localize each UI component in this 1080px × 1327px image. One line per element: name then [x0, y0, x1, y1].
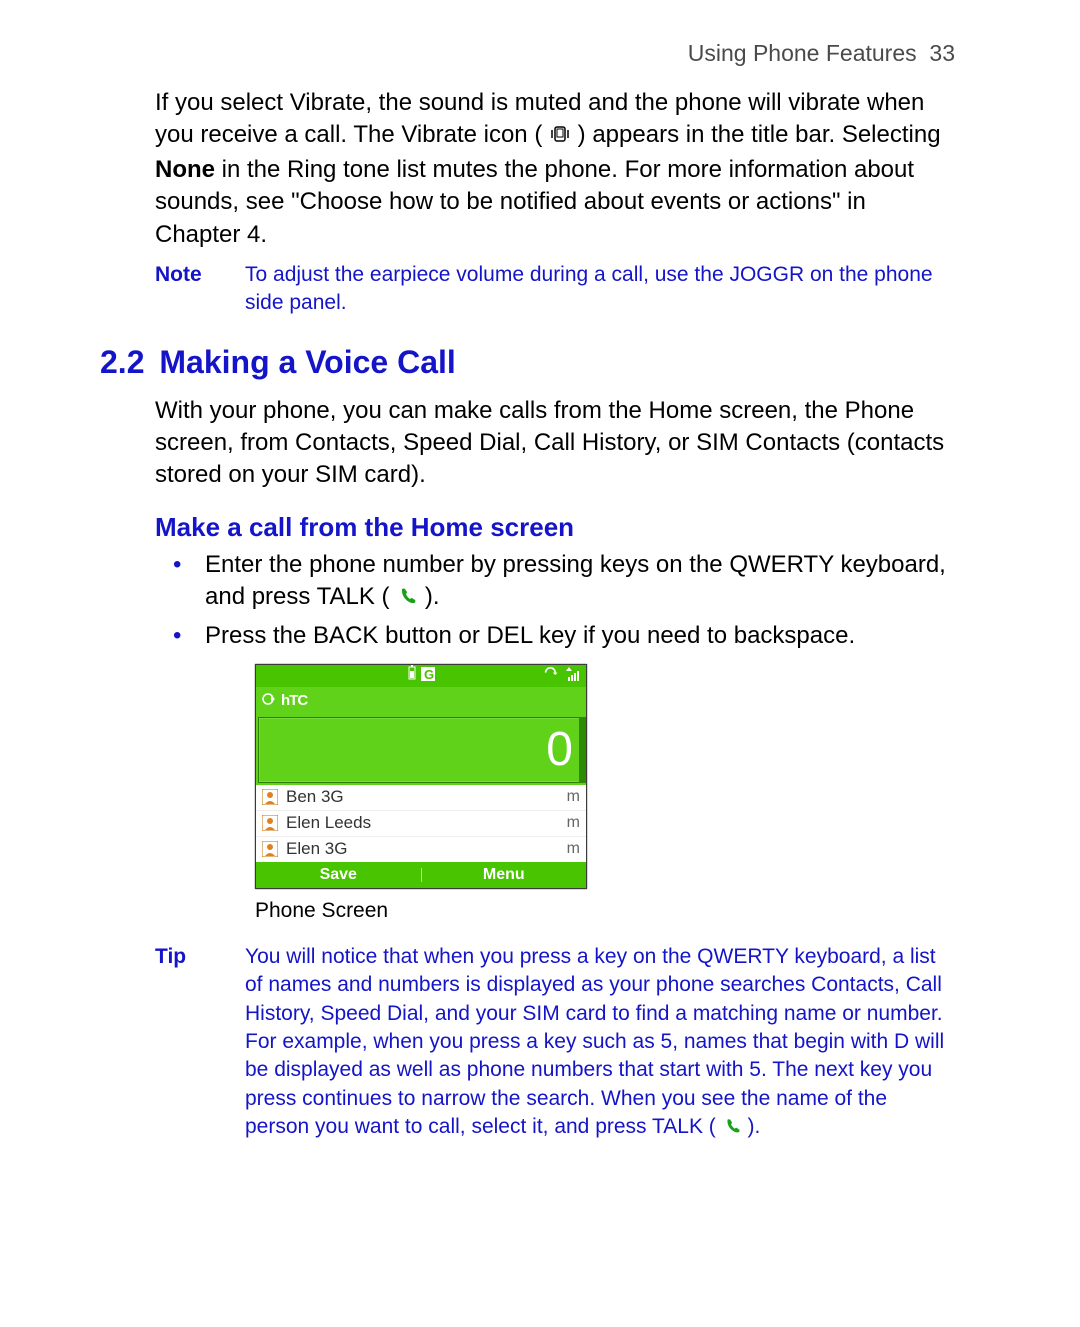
contact-name: Elen 3G — [286, 839, 567, 859]
bullet-list: Enter the phone number by pressing keys … — [155, 547, 955, 654]
contact-name: Elen Leeds — [286, 813, 567, 833]
header-section: Using Phone Features — [688, 40, 917, 66]
vibrate-icon — [549, 121, 571, 153]
text: ). — [747, 1115, 760, 1138]
contact-key: m — [567, 840, 580, 858]
contact-list: Ben 3G m Elen Leeds m Elen 3G m — [256, 785, 586, 862]
tip-block: Tip You will notice that when you press … — [155, 943, 955, 1143]
contact-key: m — [567, 788, 580, 806]
talk-icon — [722, 1115, 742, 1143]
scrollbar[interactable] — [579, 717, 586, 783]
text: Enter the phone number by pressing keys … — [205, 551, 946, 610]
section-intro: With your phone, you can make calls from… — [155, 395, 955, 492]
tip-label: Tip — [155, 943, 245, 1143]
contact-row[interactable]: Elen Leeds m — [256, 811, 586, 837]
phone-brand: hTC — [281, 692, 307, 709]
text: ) appears in the title bar. Selecting — [578, 121, 941, 148]
note-label: Note — [155, 261, 245, 318]
g-network-icon: G — [421, 666, 435, 686]
softkey-left[interactable]: Save — [256, 866, 421, 884]
note-block: Note To adjust the earpiece volume durin… — [155, 261, 955, 318]
note-body: To adjust the earpiece volume during a c… — [245, 261, 955, 318]
section-number: 2.2 — [100, 344, 144, 380]
phone-title-bar: hTC — [256, 687, 586, 715]
contact-icon — [262, 789, 278, 805]
header-page-number: 33 — [929, 40, 955, 66]
phone-frame: G — [255, 664, 587, 889]
text: ). — [425, 583, 440, 610]
text-bold: None — [155, 156, 215, 183]
svg-text:G: G — [424, 667, 434, 681]
text: You will notice that when you press a ke… — [245, 945, 944, 1138]
contact-icon — [262, 815, 278, 831]
contact-row[interactable]: Elen 3G m — [256, 837, 586, 862]
softkey-right[interactable]: Menu — [422, 866, 587, 884]
list-item: Enter the phone number by pressing keys … — [155, 547, 955, 618]
status-bar: G — [256, 665, 586, 687]
talk-icon — [396, 583, 418, 615]
dial-input[interactable]: 0 — [258, 717, 584, 783]
intro-paragraph: If you select Vibrate, the sound is mute… — [155, 87, 955, 251]
contact-row[interactable]: Ben 3G m — [256, 785, 586, 811]
contact-key: m — [567, 814, 580, 832]
page-header: Using Phone Features 33 — [100, 40, 955, 67]
dial-area: 0 — [256, 715, 586, 785]
battery-icon — [407, 665, 417, 686]
phone-screenshot: G — [255, 664, 955, 889]
document-page: Using Phone Features 33 If you select Vi… — [0, 0, 1080, 1223]
softkey-bar: Save Menu — [256, 862, 586, 888]
brand-logo-icon — [262, 692, 278, 710]
section-title: Making a Voice Call — [159, 344, 455, 380]
section-heading: 2.2 Making a Voice Call — [100, 344, 955, 381]
list-item: Press the BACK button or DEL key if you … — [155, 618, 955, 654]
tip-body: You will notice that when you press a ke… — [245, 943, 955, 1143]
contact-icon — [262, 841, 278, 857]
subheading: Make a call from the Home screen — [155, 512, 955, 543]
contact-name: Ben 3G — [286, 787, 567, 807]
text: in the Ring tone list mutes the phone. F… — [155, 156, 914, 248]
figure-caption: Phone Screen — [255, 899, 955, 923]
dial-digit: 0 — [546, 722, 573, 777]
